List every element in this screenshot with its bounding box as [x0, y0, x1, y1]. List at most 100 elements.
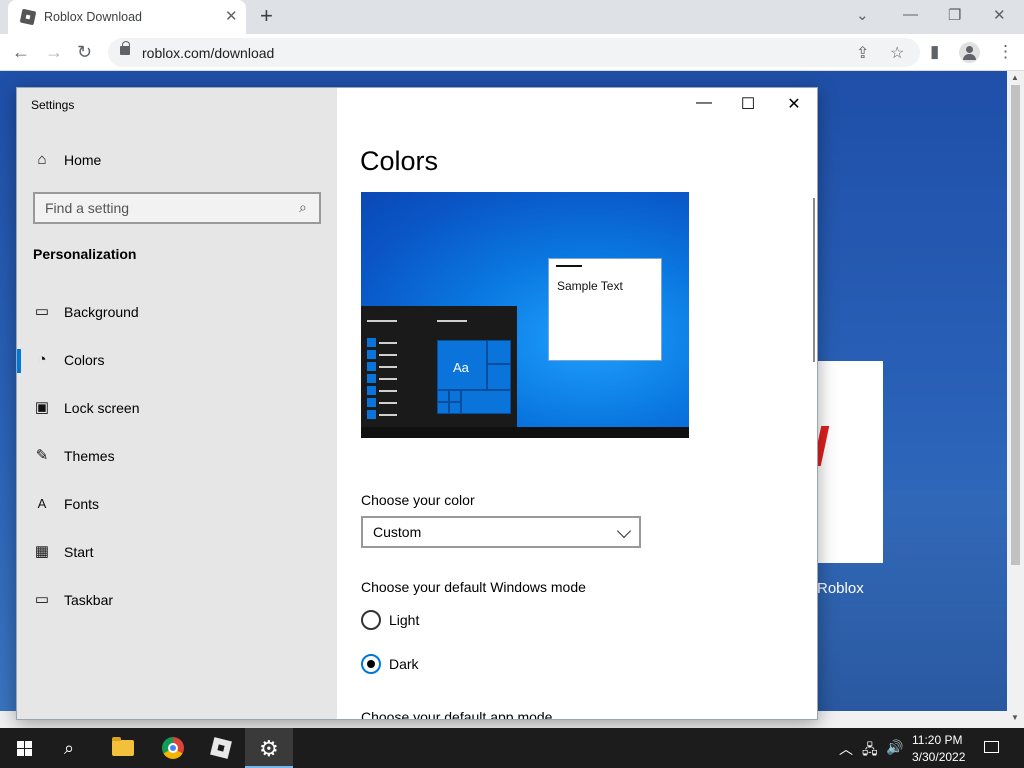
search-icon: ⌕ [64, 738, 75, 758]
new-tab-button[interactable]: + [260, 4, 273, 28]
preview-tile [449, 390, 461, 402]
preview-rail-tile [367, 398, 376, 407]
palette-icon: ◔ [37, 351, 47, 368]
preview-rail-line [379, 354, 397, 356]
find-setting-search[interactable]: ⌕ [33, 192, 321, 224]
minimize-button[interactable]: — [903, 6, 918, 23]
scroll-up-icon[interactable]: ▲ [1011, 73, 1019, 82]
taskbar-search-button[interactable]: ⌕ [48, 728, 96, 768]
sidebar-item-themes[interactable]: ✎ Themes [17, 437, 337, 477]
browser-tab[interactable]: Roblox Download ✕ [8, 0, 246, 34]
roblox-favicon-icon [19, 8, 37, 26]
preview-window-titlebar [556, 265, 582, 267]
page-title: Colors [360, 146, 439, 176]
scroll-down-icon[interactable]: ▼ [1011, 713, 1019, 722]
page-vertical-scrollbar[interactable]: ▲ ▼ [1007, 71, 1024, 728]
windows-mode-label: Choose your default Windows mode [361, 579, 586, 595]
preview-rail-tile [367, 374, 376, 383]
radio-dark-circle[interactable] [361, 654, 381, 674]
preview-tile [437, 402, 449, 414]
settings-maximize-button[interactable]: ☐ [733, 94, 763, 114]
taskbar-chrome[interactable] [148, 728, 196, 768]
share-icon[interactable]: ⇪ [856, 43, 869, 63]
clock-date[interactable]: 3/30/2022 [912, 750, 965, 764]
preview-rail-tile [367, 410, 376, 419]
tab-strip: Roblox Download ✕ + ⌄ — ❐ ✕ [0, 0, 1024, 34]
preview-rail-line [379, 342, 397, 344]
preview-sample-text: Sample Text [557, 279, 623, 293]
settings-close-button[interactable]: ✕ [779, 94, 809, 114]
preview-rail-tile [367, 386, 376, 395]
tab-close-icon[interactable]: ✕ [225, 7, 238, 25]
lock-screen-icon: ▣ [34, 399, 50, 416]
tab-search-icon[interactable]: ⌄ [856, 6, 869, 24]
notification-icon[interactable] [984, 741, 999, 753]
sidebar-item-fonts[interactable]: A Fonts [17, 485, 337, 525]
sidebar-item-start[interactable]: ▦ Start [17, 533, 337, 573]
forward-button[interactable]: → [45, 41, 63, 63]
settings-window-title: Settings [31, 98, 75, 112]
radio-light[interactable]: Light [361, 610, 561, 634]
chrome-icon [162, 737, 184, 759]
tab-title: Roblox Download [44, 10, 142, 24]
preview-taskbar [361, 427, 689, 438]
sidebar-item-label: Lock screen [64, 400, 140, 416]
settings-scrollbar[interactable] [813, 198, 815, 362]
reload-button[interactable]: ↻ [77, 41, 92, 63]
chrome-menu-icon[interactable]: ⋮ [997, 42, 1014, 62]
bookmark-star-icon[interactable]: ☆ [890, 43, 904, 63]
app-mode-label: Choose your default app mode [361, 709, 553, 720]
sidebar-item-taskbar[interactable]: ▭ Taskbar [17, 581, 337, 621]
settings-window: Settings ⌂ Home ⌕ Personalization ▭ Back… [16, 87, 818, 720]
preview-tile-wide [461, 390, 511, 414]
search-icon[interactable]: ⌕ [299, 199, 307, 216]
radio-light-circle[interactable] [361, 610, 381, 630]
sidebar-item-label: Themes [64, 448, 115, 464]
preview-rail-line [379, 390, 397, 392]
restore-button[interactable]: ❐ [948, 6, 961, 24]
taskbar-settings[interactable]: ⚙ [245, 728, 293, 768]
radio-dark-label: Dark [389, 656, 419, 672]
network-icon[interactable]: 🖧 [862, 739, 878, 763]
nav-home[interactable]: ⌂ Home [17, 141, 337, 181]
preview-rail-line [379, 402, 397, 404]
radio-dark[interactable]: Dark [361, 654, 561, 678]
image-icon: ▭ [34, 303, 50, 320]
volume-icon[interactable]: 🔊 [886, 739, 903, 756]
side-panel-icon[interactable]: ▮ [930, 42, 939, 62]
taskbar-roblox[interactable] [197, 728, 245, 768]
taskbar-icon: ▭ [34, 591, 50, 608]
roblox-label: Roblox [817, 580, 864, 597]
sidebar-item-background[interactable]: ▭ Background [17, 293, 337, 333]
back-button[interactable]: ← [12, 41, 30, 63]
lock-icon[interactable] [120, 41, 130, 55]
url-text[interactable]: roblox.com/download [142, 45, 274, 61]
address-bar[interactable]: roblox.com/download ⇪ ☆ [108, 38, 920, 67]
choose-color-dropdown[interactable]: Custom [361, 516, 641, 548]
preview-window: Sample Text [548, 258, 662, 361]
taskbar-file-explorer[interactable] [98, 728, 146, 768]
settings-minimize-button[interactable]: — [689, 94, 719, 112]
start-button[interactable] [0, 728, 48, 768]
folder-icon [112, 737, 134, 756]
close-button[interactable]: ✕ [993, 6, 1006, 24]
sidebar-item-colors[interactable]: ◔ Colors [17, 341, 337, 381]
preview-menu-line [367, 320, 397, 322]
clock-time[interactable]: 11:20 PM [912, 733, 962, 747]
sidebar-item-label: Taskbar [64, 592, 114, 608]
radio-light-label: Light [389, 612, 420, 628]
chevron-down-icon [616, 523, 632, 539]
scroll-thumb[interactable] [1011, 85, 1020, 565]
profile-avatar-icon[interactable] [959, 42, 980, 63]
settings-content-pane: — ☐ ✕ Colors Aa Sample Text Choose your … [337, 88, 817, 720]
windows-taskbar: ⌕ ⚙ ︿ 🖧 🔊 11:20 PM 3/30/2022 [0, 728, 1024, 768]
preview-menu-line [437, 320, 467, 322]
tray-chevron-icon[interactable]: ︿ [839, 739, 853, 759]
gear-icon: ⚙ [259, 736, 279, 761]
preview-rail-tile [367, 338, 376, 347]
sidebar-item-label: Colors [64, 352, 105, 368]
sidebar-item-lock-screen[interactable]: ▣ Lock screen [17, 389, 337, 429]
search-input[interactable] [45, 199, 285, 217]
preview-rail-tile [367, 362, 376, 371]
preview-tile-text: Aa [453, 360, 469, 375]
